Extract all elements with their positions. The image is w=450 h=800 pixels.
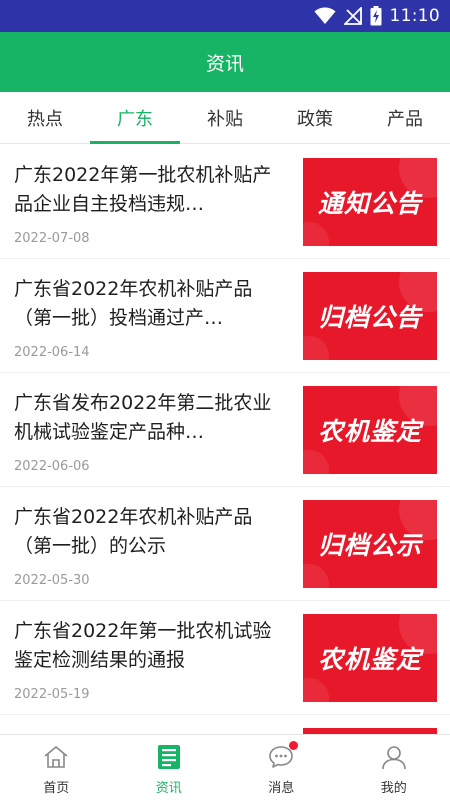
thumbnail-label: 农机鉴定 [317, 645, 422, 674]
tab-guangdong[interactable]: 广东 [90, 92, 180, 144]
news-thumbnail: 归档公告 [303, 272, 437, 360]
tab-policy[interactable]: 政策 [270, 92, 360, 144]
status-bar: 11:10 [0, 0, 450, 32]
news-title: 广东2022年第一批农机补贴产品企业自主投档违规… [14, 164, 272, 215]
news-title: 广东省2022年农机补贴产品（第一批）的公示 [14, 506, 253, 557]
thumbnail-label: 归档公告 [317, 303, 422, 332]
unread-badge [289, 741, 299, 750]
nav-news[interactable]: 资讯 [113, 735, 226, 800]
page-title: 资讯 [205, 52, 244, 75]
news-date: 2022-05-19 [14, 687, 90, 702]
nav-messages-label: 消息 [268, 781, 295, 796]
news-date: 2022-06-14 [14, 345, 90, 360]
news-title: 广东省2022年农机补贴产品（第一批）投档通过产… [14, 278, 253, 329]
list-item[interactable]: 广东省2022年第一批农机试验鉴定检测结果的通报 2022-05-19 农机鉴定 [0, 601, 450, 715]
battery-charging-icon [370, 6, 382, 26]
news-list: 广东2022年第一批农机补贴产品企业自主投档违规… 2022-07-08 通知公… [0, 145, 450, 735]
bottom-nav: 首页 资讯 消息 我的 [0, 734, 450, 800]
nav-profile[interactable]: 我的 [338, 735, 450, 800]
chat-bubble-icon [267, 741, 299, 771]
news-date: 2022-05-30 [14, 573, 90, 588]
status-icons: 11:10 [314, 0, 441, 32]
nav-profile-label: 我的 [380, 781, 407, 796]
thumbnail-label: 通知公告 [317, 189, 422, 218]
category-tabs: 热点 广东 补贴 政策 产品 [0, 92, 450, 144]
nav-home[interactable]: 首页 [0, 735, 113, 800]
news-thumbnail: 农机鉴定 [303, 614, 437, 702]
home-icon [42, 743, 70, 771]
list-item[interactable]: 广东2022年第一批农机补贴产品企业自主投档违规… 2022-07-08 通知公… [0, 145, 450, 259]
thumbnail-label: 归档公示 [317, 531, 422, 560]
list-item[interactable]: 广东省2022年农机补贴产品（第一批）投档通过产… 2022-06-14 归档公… [0, 259, 450, 373]
news-date: 2022-07-08 [14, 231, 90, 246]
user-icon [380, 743, 408, 771]
app-screen: 11:10 资讯 热点 广东 补贴 政策 产品 广东2022年第一批农机补贴产品… [0, 0, 450, 800]
news-thumbnail: 通知公告 [303, 158, 437, 246]
list-item[interactable]: 广东省2022年农机补贴产品（第一批）的公示 2022-05-30 归档公示 [0, 487, 450, 601]
news-thumbnail: 归档公示 [303, 500, 437, 588]
nav-messages[interactable]: 消息 [225, 735, 338, 800]
thumbnail-label: 农机鉴定 [317, 417, 422, 446]
tab-hot[interactable]: 热点 [0, 92, 90, 144]
tab-products[interactable]: 产品 [360, 92, 450, 144]
tab-subsidy[interactable]: 补贴 [180, 92, 270, 144]
status-time: 11:10 [389, 6, 440, 26]
app-header: 资讯 [0, 32, 450, 92]
news-title: 广东省发布2022年第二批农业机械试验鉴定产品种… [14, 392, 272, 443]
wifi-icon [314, 7, 336, 25]
news-title: 广东省2022年第一批农机试验鉴定检测结果的通报 [14, 620, 272, 671]
nav-home-label: 首页 [43, 781, 70, 796]
news-icon [155, 743, 183, 771]
list-item[interactable]: 广东省发布2022年第二批农业机械试验鉴定产品种… 2022-06-06 农机鉴… [0, 373, 450, 487]
signal-off-icon [343, 7, 362, 25]
news-date: 2022-06-06 [14, 459, 90, 474]
nav-news-label: 资讯 [155, 781, 182, 796]
news-thumbnail: 农机鉴定 [303, 386, 437, 474]
